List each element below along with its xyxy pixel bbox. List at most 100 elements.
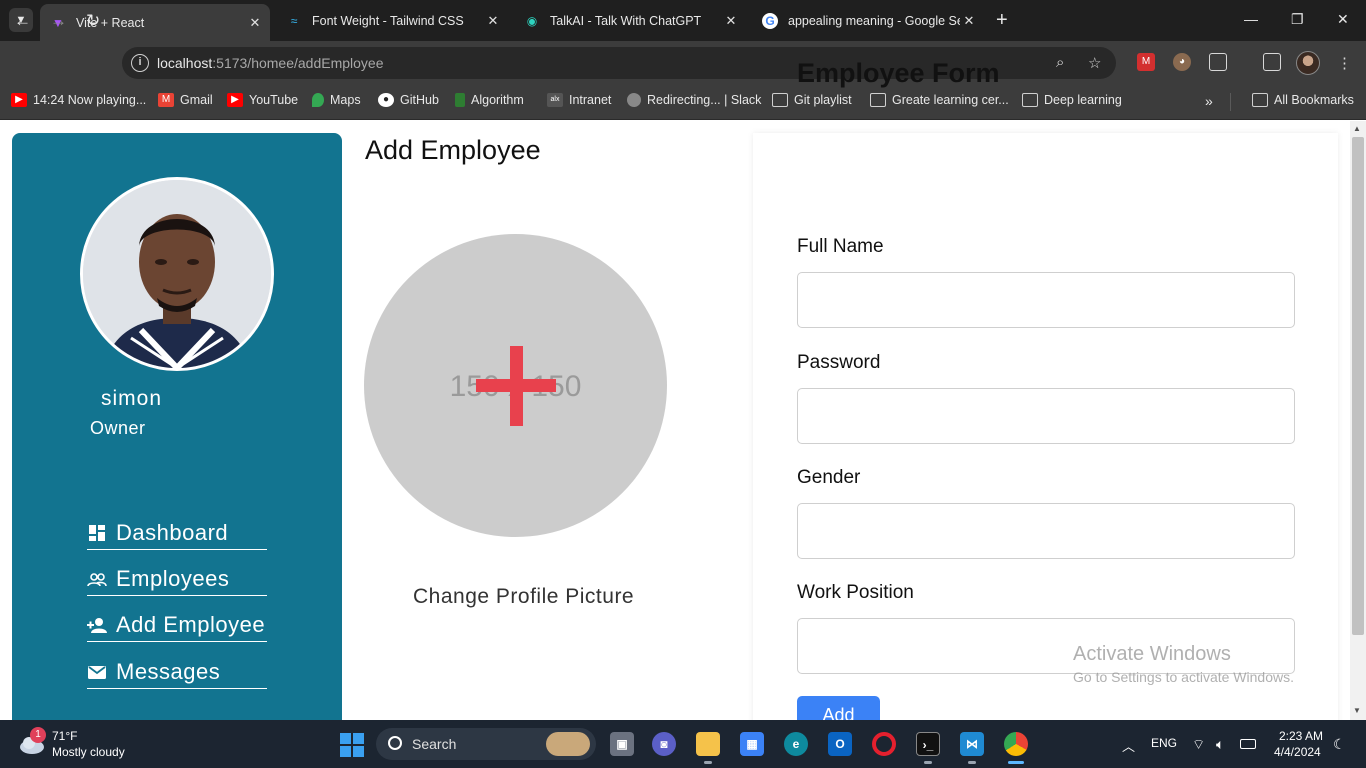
tab-google[interactable]: G appealing meaning - Google Se ✕ (752, 5, 984, 36)
close-tab-icon[interactable]: ✕ (484, 13, 502, 29)
side-panel-icon[interactable] (1263, 53, 1281, 71)
close-tab-icon[interactable]: ✕ (246, 15, 264, 31)
bookmark-maps[interactable]: Maps (312, 93, 361, 107)
clock-time[interactable]: 2:23 AM (1279, 729, 1323, 743)
language-indicator[interactable]: ENG (1151, 736, 1177, 750)
bookmark-gmail[interactable]: M Gmail (158, 93, 213, 107)
active-app-indicator (1008, 761, 1024, 764)
tab-tailwind[interactable]: ≈ Font Weight - Tailwind CSS ✕ (276, 5, 508, 36)
bookmark-github[interactable]: ● GitHub (378, 93, 439, 107)
minimize-icon[interactable]: — (1244, 11, 1258, 27)
scroll-up-arrow-icon[interactable]: ▲ (1353, 124, 1361, 133)
scrollbar-thumb[interactable] (1352, 137, 1364, 635)
bookmark-slack[interactable]: Redirecting... | Slack (627, 93, 761, 107)
wifi-icon[interactable]: ⌔ (1192, 736, 1205, 754)
all-bookmarks[interactable]: All Bookmarks (1252, 93, 1354, 107)
more-bookmarks-chevron-icon[interactable]: » (1205, 93, 1213, 109)
nav-dashboard[interactable]: Dashboard (87, 516, 267, 550)
all-bookmarks-label: All Bookmarks (1274, 93, 1354, 107)
forward-icon[interactable]: → (50, 12, 67, 30)
globe-icon (627, 93, 641, 107)
page-title: Add Employee (365, 135, 541, 165)
tab-talkai[interactable]: ◉ TalkAI - Talk With ChatGPT ✕ (514, 5, 746, 36)
restore-icon[interactable]: ❐ (1291, 11, 1304, 28)
reload-icon[interactable]: ↻ (86, 12, 100, 30)
bookmark-star-icon[interactable]: ☆ (1088, 54, 1101, 72)
extensions-puzzle-icon[interactable] (1209, 53, 1227, 71)
bookmark-label: Redirecting... | Slack (647, 93, 762, 107)
add-user-icon (87, 617, 107, 633)
bookmark-label: Deep learning (1044, 93, 1122, 107)
github-icon: ● (378, 93, 394, 107)
url-text[interactable]: localhost:5173/homee/addEmployee (157, 55, 384, 71)
youtube-icon: ▶ (227, 93, 243, 107)
full-name-input[interactable] (797, 272, 1295, 328)
close-tab-icon[interactable]: ✕ (960, 13, 978, 29)
bookmark-algorithm[interactable]: Algorithm (455, 93, 524, 107)
search-highlight-image (546, 732, 590, 756)
opera-icon[interactable] (872, 732, 896, 756)
task-view-icon[interactable]: ▣ (610, 732, 634, 756)
folder-icon (870, 93, 886, 107)
password-input[interactable] (797, 388, 1295, 444)
clock-date[interactable]: 4/4/2024 (1274, 745, 1321, 759)
activate-windows-title: Activate Windows (1073, 643, 1231, 665)
bookmark-git-playlist[interactable]: Git playlist (772, 93, 852, 107)
add-employee-submit-button[interactable]: Add (797, 696, 880, 720)
bookmark-greate-learning[interactable]: Greate learning cer... (870, 93, 1009, 107)
user-name: simon (101, 387, 163, 410)
bookmark-now-playing[interactable]: ▶ 14:24 Now playing... (11, 93, 146, 107)
teams-chat-icon[interactable]: ◙ (652, 732, 676, 756)
zoom-icon[interactable]: ⌕ (1056, 54, 1064, 71)
work-position-label: Work Position (797, 582, 914, 603)
nav-messages[interactable]: Messages (87, 655, 267, 689)
microsoft-store-icon[interactable]: ▦ (740, 732, 764, 756)
back-icon[interactable]: ← (14, 12, 31, 30)
close-window-icon[interactable]: ✕ (1337, 11, 1349, 28)
nav-employees[interactable]: Employees (87, 562, 267, 596)
gender-input[interactable] (797, 503, 1295, 559)
profile-picture-upload[interactable]: 150 x 150 (364, 234, 667, 537)
running-indicator (704, 761, 712, 764)
chrome-icon[interactable] (1004, 732, 1028, 756)
browser-menu-icon[interactable]: ⋮ (1337, 54, 1352, 72)
volume-icon[interactable]: 🔈︎ (1216, 736, 1224, 753)
close-tab-icon[interactable]: ✕ (722, 13, 740, 29)
battery-icon[interactable] (1240, 739, 1256, 749)
site-info-icon[interactable]: i (131, 54, 149, 72)
windows-start-icon[interactable] (340, 733, 364, 757)
submit-button-clip: Add (797, 696, 880, 720)
notifications-moon-icon[interactable]: ☾ (1333, 736, 1346, 753)
bookmark-deep-learning[interactable]: Deep learning (1022, 93, 1122, 107)
scroll-down-arrow-icon[interactable]: ▼ (1353, 706, 1361, 715)
weather-temperature[interactable]: 71°F (52, 729, 77, 743)
extension-icon[interactable]: ◕ (1173, 53, 1191, 71)
bookmark-youtube[interactable]: ▶ YouTube (227, 93, 298, 107)
weather-description[interactable]: Mostly cloudy (52, 745, 125, 759)
sidebar: simon Owner Dashboard Employees Add Empl… (12, 133, 342, 720)
profile-avatar[interactable] (1296, 51, 1320, 75)
outlook-icon[interactable]: O (828, 732, 852, 756)
folder-icon (1252, 93, 1268, 107)
nav-add-employee[interactable]: Add Employee (87, 608, 267, 642)
tab-vite-react[interactable]: ▼ Vite + React ✕ (40, 4, 270, 41)
new-tab-button[interactable]: + (996, 10, 1008, 30)
bookmark-label: Gmail (180, 93, 213, 107)
bookmark-intranet[interactable]: alx Intranet (547, 93, 611, 107)
bookmark-label: Greate learning cer... (892, 93, 1009, 107)
terminal-icon[interactable]: ›_ (916, 732, 940, 756)
plus-icon-bar[interactable] (476, 379, 556, 392)
edge-browser-icon[interactable]: e (784, 732, 808, 756)
nav-label: Employees (116, 565, 230, 591)
extension-icon[interactable]: M (1137, 53, 1155, 71)
change-profile-picture-label[interactable]: Change Profile Picture (413, 585, 634, 609)
password-label: Password (797, 352, 881, 373)
user-role: Owner (90, 418, 146, 438)
dashboard-icon (89, 524, 105, 541)
vscode-icon[interactable]: ⋈ (960, 732, 984, 756)
user-avatar[interactable] (80, 177, 274, 371)
algorithm-icon (455, 93, 465, 107)
bookmark-label: 14:24 Now playing... (33, 93, 147, 107)
file-explorer-icon[interactable] (696, 732, 720, 756)
tray-overflow-chevron-icon[interactable]: ︿ (1122, 736, 1135, 755)
